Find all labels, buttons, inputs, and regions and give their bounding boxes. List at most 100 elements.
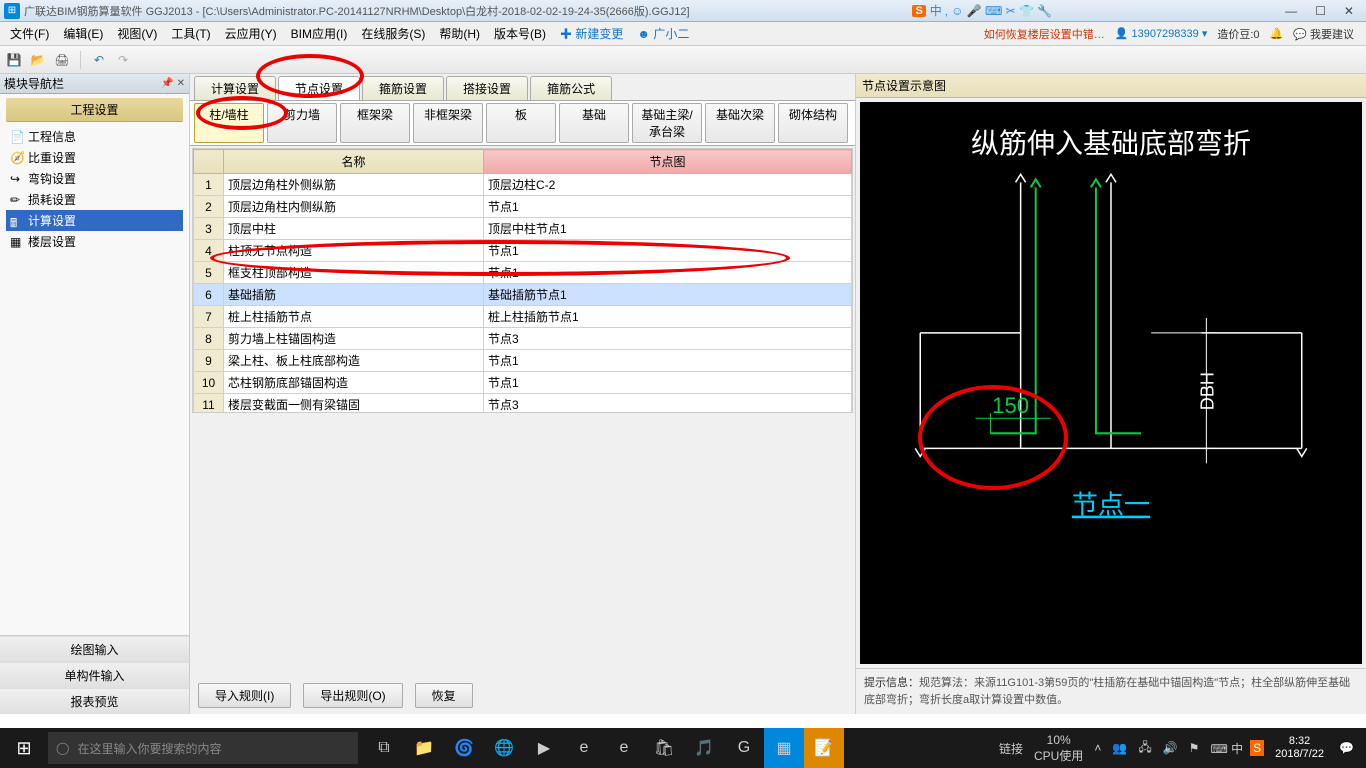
table-row[interactable]: 1顶层边角柱外侧纵筋顶层边柱C-2 [194, 174, 852, 196]
cell-node[interactable]: 节点1 [484, 196, 852, 218]
sub-tab-非框架梁[interactable]: 非框架梁 [413, 103, 483, 143]
open-button[interactable]: 📂 [28, 50, 48, 70]
tray-notif-icon[interactable]: 💬 [1335, 741, 1358, 755]
table-row[interactable]: 3顶层中柱顶层中柱节点1 [194, 218, 852, 240]
cell-name[interactable]: 顶层边角柱内侧纵筋 [224, 196, 484, 218]
table-row[interactable]: 4柱顶无节点构造节点1 [194, 240, 852, 262]
sub-tab-板[interactable]: 板 [486, 103, 556, 143]
tray-flag-icon[interactable]: ⚑ [1185, 741, 1204, 755]
table-row[interactable]: 9梁上柱、板上柱底部构造节点1 [194, 350, 852, 372]
settings-table[interactable]: 名称节点图1顶层边角柱外侧纵筋顶层边柱C-22顶层边角柱内侧纵筋节点13顶层中柱… [192, 148, 853, 413]
cell-node[interactable]: 节点3 [484, 394, 852, 413]
cell-node[interactable]: 节点1 [484, 240, 852, 262]
sub-tab-基础[interactable]: 基础 [559, 103, 629, 143]
app-explorer[interactable]: 📁 [404, 728, 444, 768]
undo-button[interactable]: ↶ [89, 50, 109, 70]
section-header[interactable]: 工程设置 [6, 98, 183, 122]
phone-label[interactable]: 👤 13907298339 ▾ [1115, 27, 1208, 40]
print-button[interactable]: 🖨 [52, 50, 72, 70]
cell-node[interactable]: 节点3 [484, 328, 852, 350]
sub-tab-基础主梁/承台梁[interactable]: 基础主梁/承台梁 [632, 103, 702, 143]
sub-tab-框架梁[interactable]: 框架梁 [340, 103, 410, 143]
restore-button[interactable]: 恢复 [415, 683, 473, 708]
app-note[interactable]: 📝 [804, 728, 844, 768]
ime-icons[interactable]: 中 ‚ ☺ 🎤 ⌨ ✂ 👕 🔧 [930, 2, 1052, 19]
cell-node[interactable]: 节点1 [484, 372, 852, 394]
sub-tab-柱/墙柱[interactable]: 柱/墙柱 [194, 103, 264, 143]
nav-item-弯钩设置[interactable]: ↪弯钩设置 [6, 168, 183, 189]
maximize-button[interactable]: ☐ [1315, 4, 1326, 18]
recover-link[interactable]: 如何恢复楼层设置中错… [984, 26, 1105, 42]
app-ie[interactable]: e [604, 728, 644, 768]
cell-node[interactable]: 桩上柱插筋节点1 [484, 306, 852, 328]
import-button[interactable]: 导入规则(I) [198, 683, 291, 708]
left-button-绘图输入[interactable]: 绘图输入 [0, 636, 189, 662]
cell-name[interactable]: 楼层变截面一侧有梁锚固 [224, 394, 484, 413]
ime-toolbar[interactable]: S 中 ‚ ☺ 🎤 ⌨ ✂ 👕 🔧 [912, 2, 1052, 19]
top-tab-箍筋设置[interactable]: 箍筋设置 [362, 76, 444, 100]
tray-cpu[interactable]: 10% CPU使用 [1030, 733, 1087, 764]
table-row[interactable]: 7桩上柱插筋节点桩上柱插筋节点1 [194, 306, 852, 328]
nav-item-损耗设置[interactable]: ✏损耗设置 [6, 189, 183, 210]
tray-clock[interactable]: 8:32 2018/7/22 [1267, 735, 1332, 761]
sub-tab-砌体结构[interactable]: 砌体结构 [778, 103, 848, 143]
export-button[interactable]: 导出规则(O) [303, 683, 402, 708]
cell-node[interactable]: 节点1 [484, 350, 852, 372]
cell-name[interactable]: 桩上柱插筋节点 [224, 306, 484, 328]
plus-icon[interactable]: ✚ 新建变更 [554, 23, 629, 44]
top-tab-节点设置[interactable]: 节点设置 [278, 76, 360, 100]
sogou-icon[interactable]: S [912, 5, 925, 17]
menu-bim[interactable]: BIM应用(I) [285, 23, 354, 44]
user-label[interactable]: ☻ 广小二 [631, 23, 695, 44]
close-button[interactable]: ✕ [1344, 4, 1354, 18]
cell-name[interactable]: 顶层中柱 [224, 218, 484, 240]
cell-name[interactable]: 柱顶无节点构造 [224, 240, 484, 262]
app-ggj[interactable]: ▦ [764, 728, 804, 768]
app-music[interactable]: 🎵 [684, 728, 724, 768]
top-tab-计算设置[interactable]: 计算设置 [194, 76, 276, 100]
tray-link[interactable]: 链接 [995, 740, 1027, 757]
app-g[interactable]: G [724, 728, 764, 768]
cell-node[interactable]: 顶层中柱节点1 [484, 218, 852, 240]
table-row[interactable]: 10芯柱钢筋底部锚固构造节点1 [194, 372, 852, 394]
nav-item-计算设置[interactable]: 🖩计算设置 [6, 210, 183, 231]
save-button[interactable]: 💾 [4, 50, 24, 70]
minimize-button[interactable]: — [1285, 4, 1297, 18]
left-button-单构件输入[interactable]: 单构件输入 [0, 662, 189, 688]
app-edge2[interactable]: e [564, 728, 604, 768]
bell-icon[interactable]: 🔔 [1270, 27, 1284, 40]
top-tab-搭接设置[interactable]: 搭接设置 [446, 76, 528, 100]
menu-file[interactable]: 文件(F) [4, 23, 55, 44]
app-swirl[interactable]: 🌀 [444, 728, 484, 768]
menu-cloud[interactable]: 云应用(Y) [219, 23, 283, 44]
taskview-icon[interactable]: ⧉ [364, 728, 404, 768]
app-store[interactable]: 🛍 [644, 728, 684, 768]
nav-item-工程信息[interactable]: 📄工程信息 [6, 126, 183, 147]
top-tab-箍筋公式[interactable]: 箍筋公式 [530, 76, 612, 100]
pin-icon[interactable]: 📌 ✕ [161, 78, 185, 89]
tray-sogou-icon[interactable]: S [1250, 740, 1264, 756]
app-edge[interactable]: 🌐 [484, 728, 524, 768]
nav-item-比重设置[interactable]: 🧭比重设置 [6, 147, 183, 168]
menu-tool[interactable]: 工具(T) [165, 23, 216, 44]
table-row[interactable]: 5框支柱顶部构造节点1 [194, 262, 852, 284]
cell-name[interactable]: 顶层边角柱外侧纵筋 [224, 174, 484, 196]
table-row[interactable]: 6基础插筋基础插筋节点1 [194, 284, 852, 306]
search-box[interactable]: ◯ 在这里输入你要搜索的内容 [48, 732, 358, 764]
start-button[interactable]: ⊞ [0, 738, 48, 759]
cell-name[interactable]: 框支柱顶部构造 [224, 262, 484, 284]
nav-item-楼层设置[interactable]: ▦楼层设置 [6, 231, 183, 252]
sub-tab-剪力墙[interactable]: 剪力墙 [267, 103, 337, 143]
redo-button[interactable]: ↷ [113, 50, 133, 70]
cell-node[interactable]: 顶层边柱C-2 [484, 174, 852, 196]
tray-net-icon[interactable]: 🖧 [1134, 738, 1155, 759]
cell-name[interactable]: 基础插筋 [224, 284, 484, 306]
menu-edit[interactable]: 编辑(E) [57, 23, 109, 44]
table-row[interactable]: 2顶层边角柱内侧纵筋节点1 [194, 196, 852, 218]
cell-name[interactable]: 芯柱钢筋底部锚固构造 [224, 372, 484, 394]
cell-name[interactable]: 剪力墙上柱锚固构造 [224, 328, 484, 350]
suggest-button[interactable]: 💬 我要建议 [1293, 26, 1354, 42]
menu-version[interactable]: 版本号(B) [488, 23, 552, 44]
tray-ime-icon[interactable]: ⌨ 中 [1206, 740, 1247, 757]
menu-view[interactable]: 视图(V) [111, 23, 163, 44]
